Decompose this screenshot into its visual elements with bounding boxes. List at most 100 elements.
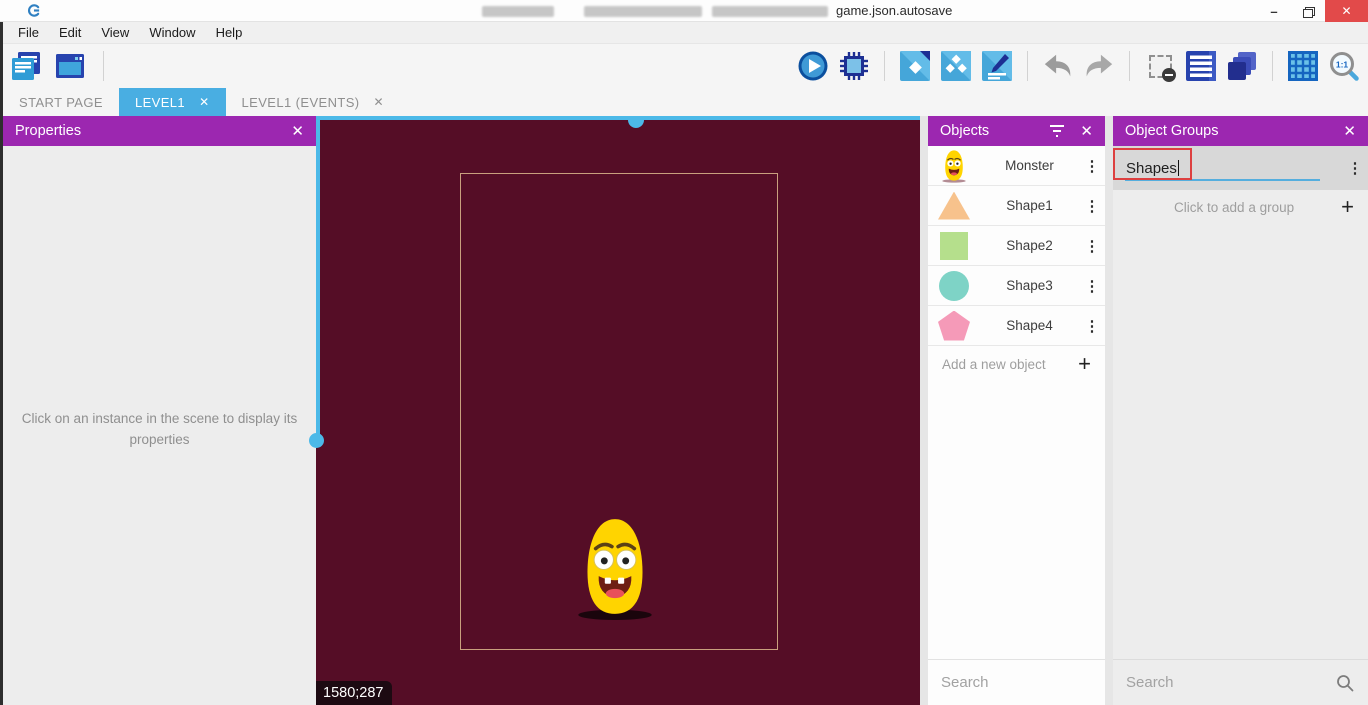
menu-file[interactable]: File	[8, 25, 49, 40]
window-left-edge	[0, 22, 3, 705]
redacted-title-segment	[712, 6, 828, 17]
square-shape-icon	[940, 232, 968, 260]
pentagon-shape-icon	[938, 311, 970, 341]
add-group-row[interactable]: Click to add a group +	[1113, 190, 1368, 224]
tutorial-highlight-annotation	[1113, 148, 1192, 180]
menu-edit[interactable]: Edit	[49, 25, 91, 40]
tab-label: LEVEL1 (EVENTS)	[242, 95, 360, 110]
tab-start-page[interactable]: START PAGE	[3, 88, 119, 116]
toolbar-divider	[1027, 51, 1028, 81]
object-row-shape3[interactable]: Shape3 ⋮	[928, 266, 1105, 306]
tab-label: START PAGE	[19, 95, 103, 110]
properties-panel-header: Properties ✕	[3, 116, 316, 146]
project-manager-icon[interactable]	[10, 50, 42, 82]
preview-play-icon[interactable]	[797, 50, 829, 82]
properties-empty-message: Click on an instance in the scene to dis…	[3, 146, 316, 450]
add-object-label: Add a new object	[942, 357, 1078, 372]
menu-help[interactable]: Help	[206, 25, 253, 40]
redo-icon[interactable]	[1083, 50, 1115, 82]
filter-icon[interactable]	[1048, 124, 1066, 138]
group-menu-icon[interactable]: ⋮	[1342, 159, 1368, 177]
panel-title: Object Groups	[1125, 123, 1219, 139]
circle-shape-icon	[939, 271, 969, 301]
left-splitter-handle[interactable]	[309, 433, 324, 448]
objects-search-row	[928, 659, 1105, 705]
toolbar-divider	[1129, 51, 1130, 81]
objects-search-input[interactable]	[941, 674, 1140, 691]
gdevelop-window: game.json.autosave – ✕ File Edit View Wi…	[0, 0, 1368, 705]
tab-close-icon[interactable]: ✕	[374, 95, 384, 109]
toolbar: 1:1	[0, 44, 1368, 88]
add-object-row[interactable]: Add a new object +	[928, 346, 1105, 382]
close-button[interactable]: ✕	[1325, 0, 1368, 22]
menu-window[interactable]: Window	[139, 25, 205, 40]
layers-icon[interactable]	[1226, 50, 1258, 82]
menu-bar: File Edit View Window Help	[0, 22, 1368, 44]
plus-icon[interactable]: +	[1078, 353, 1091, 375]
panel-title: Objects	[940, 123, 989, 139]
scene-editor-icon[interactable]	[54, 50, 86, 82]
object-name: Monster	[980, 158, 1079, 173]
group-name-row[interactable]: Shapes ⋮	[1113, 146, 1368, 190]
toolbar-divider	[1272, 51, 1273, 81]
zoom-1-1-icon[interactable]: 1:1	[1328, 50, 1360, 82]
object-menu-icon[interactable]: ⋮	[1079, 157, 1105, 175]
mask-instances-icon[interactable]	[1144, 50, 1176, 82]
object-groups-panel-header: Object Groups ✕	[1113, 116, 1368, 146]
object-menu-icon[interactable]: ⋮	[1079, 317, 1105, 335]
window-title: game.json.autosave	[836, 3, 952, 18]
object-name: Shape1	[980, 198, 1079, 213]
redacted-title-segment	[584, 6, 702, 17]
object-row-shape4[interactable]: Shape4 ⋮	[928, 306, 1105, 346]
add-group-hint: Click to add a group	[1127, 200, 1341, 215]
object-row-monster[interactable]: Monster ⋮	[928, 146, 1105, 186]
svg-text:1:1: 1:1	[1336, 60, 1349, 70]
debug-icon[interactable]	[838, 50, 870, 82]
properties-panel: Properties ✕ Click on an instance in the…	[3, 116, 316, 705]
toolbar-divider	[103, 51, 104, 81]
top-splitter-handle[interactable]	[628, 120, 644, 128]
title-bar: game.json.autosave – ✕	[0, 0, 1368, 22]
monster-instance[interactable]	[573, 515, 657, 626]
triangle-shape-icon	[938, 192, 970, 220]
monster-thumbnail	[928, 149, 980, 183]
left-splitter-line[interactable]	[316, 116, 320, 440]
object-menu-icon[interactable]: ⋮	[1079, 197, 1105, 215]
object-name: Shape2	[980, 238, 1079, 253]
objects-panel: Objects ✕	[928, 116, 1105, 705]
menu-view[interactable]: View	[91, 25, 139, 40]
tab-label: LEVEL1	[135, 95, 185, 110]
object-row-shape1[interactable]: Shape1 ⋮	[928, 186, 1105, 226]
groups-search-input[interactable]	[1126, 674, 1335, 691]
close-panel-icon[interactable]: ✕	[1343, 122, 1356, 140]
restore-icon	[1303, 7, 1313, 16]
undo-icon[interactable]	[1042, 50, 1074, 82]
object-menu-icon[interactable]: ⋮	[1079, 277, 1105, 295]
plus-icon[interactable]: +	[1341, 196, 1354, 218]
object-row-shape2[interactable]: Shape2 ⋮	[928, 226, 1105, 266]
close-panel-icon[interactable]: ✕	[291, 122, 304, 140]
objects-panel-header: Objects ✕	[928, 116, 1105, 146]
object-menu-icon[interactable]: ⋮	[1079, 237, 1105, 255]
layers-list-icon[interactable]	[1185, 50, 1217, 82]
tab-level1-events[interactable]: LEVEL1 (EVENTS) ✕	[226, 88, 400, 116]
tab-bar: START PAGE LEVEL1 ✕ LEVEL1 (EVENTS) ✕	[0, 88, 1368, 116]
top-splitter-line[interactable]	[316, 116, 920, 120]
panel-title: Properties	[15, 123, 81, 139]
redacted-title-segment	[482, 6, 554, 17]
toolbar-divider	[884, 51, 885, 81]
objects-list-icon[interactable]	[940, 50, 972, 82]
edit-scene-properties-icon[interactable]	[981, 50, 1013, 82]
minimize-button[interactable]: –	[1257, 0, 1291, 22]
cursor-coordinates: 1580;287	[316, 681, 392, 705]
close-panel-icon[interactable]: ✕	[1080, 122, 1093, 140]
tab-close-icon[interactable]: ✕	[199, 95, 209, 109]
object-name: Shape4	[980, 318, 1079, 333]
restore-button[interactable]	[1291, 0, 1325, 22]
grid-icon[interactable]	[1287, 50, 1319, 82]
object-name: Shape3	[980, 278, 1079, 293]
scene-canvas[interactable]: 1580;287	[316, 116, 920, 705]
tab-level1[interactable]: LEVEL1 ✕	[119, 88, 226, 116]
search-icon[interactable]	[1335, 673, 1355, 693]
add-object-icon[interactable]	[899, 50, 931, 82]
